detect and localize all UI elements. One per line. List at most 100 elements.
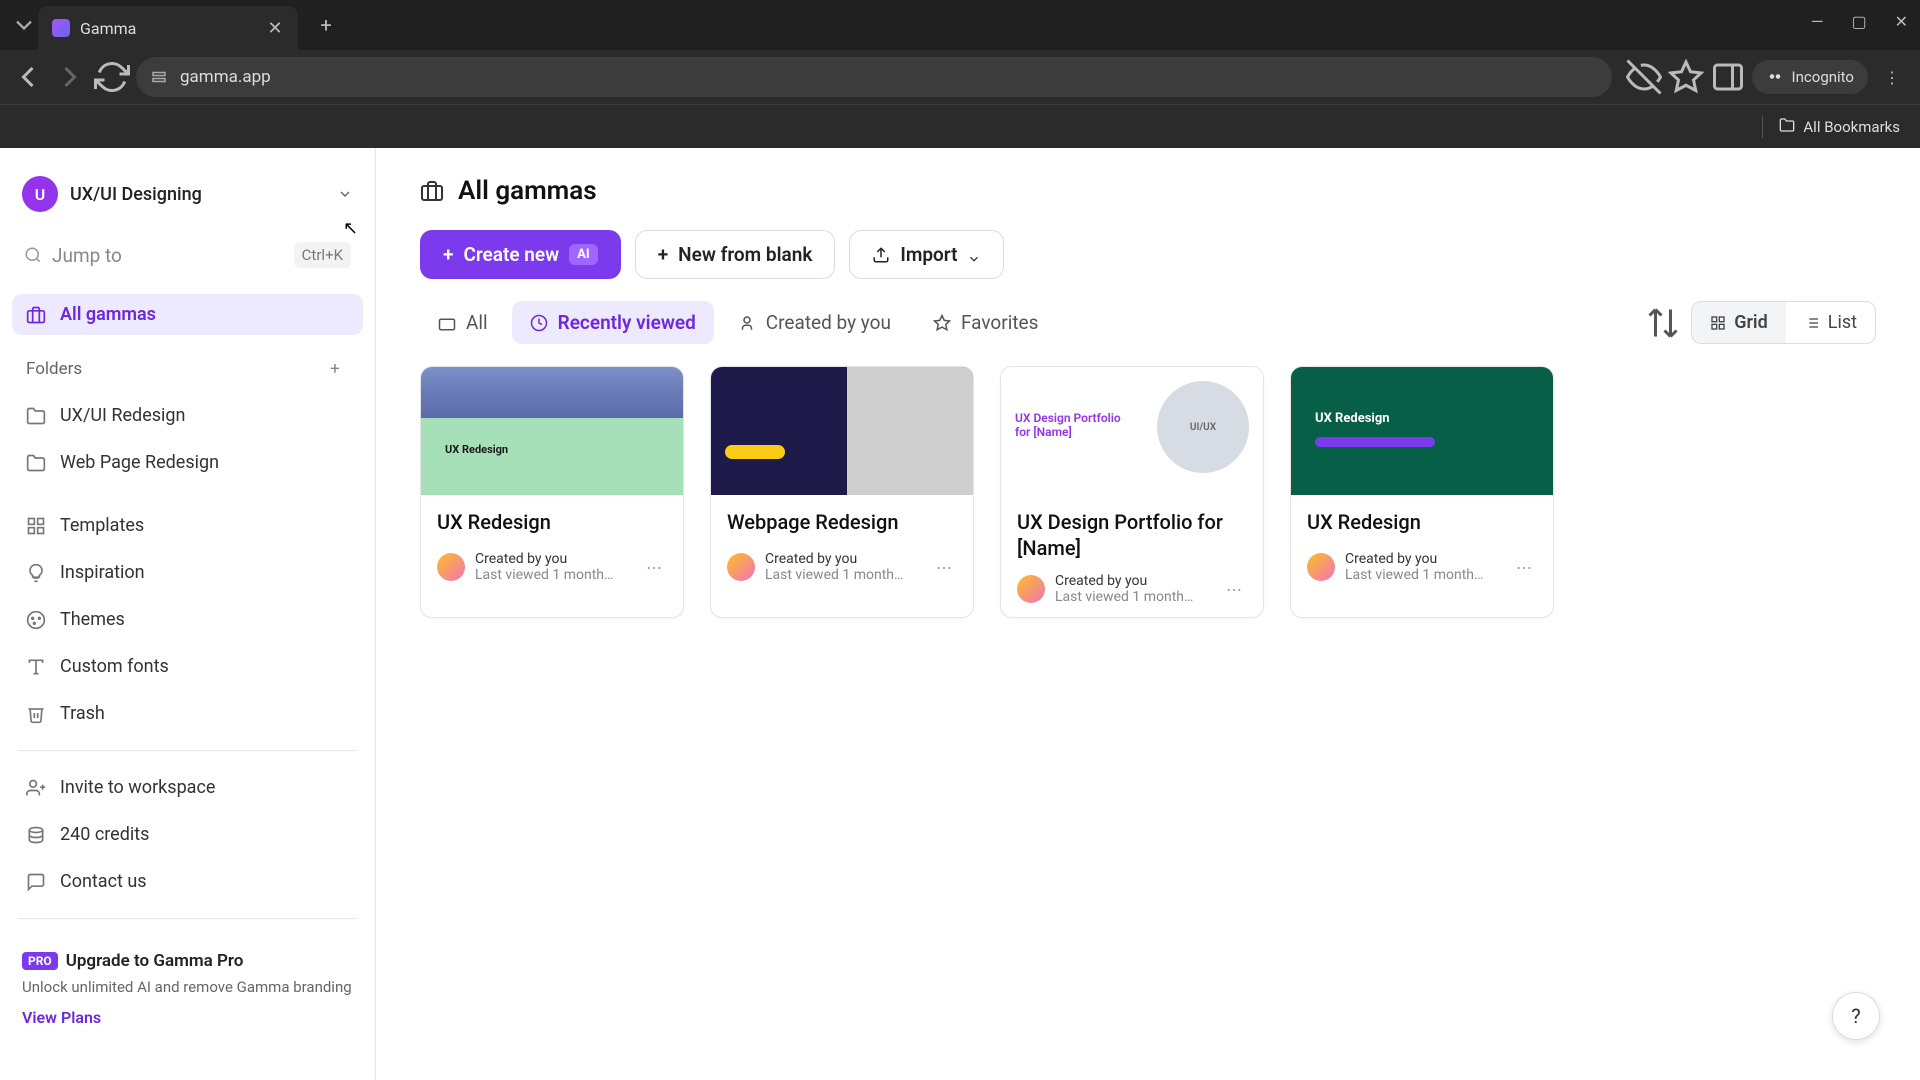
gamma-card[interactable]: UX Redesign UX Redesign Created by you L… (1290, 366, 1554, 618)
import-button[interactable]: Import (849, 230, 1004, 279)
tab-search-dropdown[interactable] (10, 11, 38, 39)
workspace-avatar: U (22, 176, 58, 212)
folders-label: Folders (26, 359, 82, 379)
sidebar-custom-fonts[interactable]: Custom fonts (12, 646, 363, 687)
upgrade-desc: Unlock unlimited AI and remove Gamma bra… (22, 977, 353, 998)
site-info-icon[interactable] (150, 68, 168, 86)
nav-label: Templates (60, 515, 144, 536)
import-icon (872, 246, 890, 264)
all-bookmarks[interactable]: All Bookmarks (1779, 117, 1900, 137)
close-window-icon[interactable]: ✕ (1895, 12, 1908, 31)
sidebar-invite[interactable]: Invite to workspace (12, 767, 363, 808)
folder-item-webpage[interactable]: Web Page Redesign (12, 442, 363, 483)
card-thumbnail: UX Design Portfolio for [Name]UI/UX (1001, 367, 1263, 495)
list-view-button[interactable]: List (1786, 302, 1875, 343)
tab-bar: Gamma ✕ + — ▢ ✕ (0, 0, 1920, 50)
card-more-icon[interactable]: ⋯ (1513, 555, 1537, 579)
filter-all[interactable]: All (420, 301, 506, 344)
incognito-badge[interactable]: Incognito (1752, 60, 1868, 94)
tab-title: Gamma (80, 19, 136, 38)
blank-label: New from blank (678, 243, 812, 266)
lightbulb-icon (26, 563, 46, 583)
gamma-card[interactable]: UX Redesign UX Redesign Created by you L… (420, 366, 684, 618)
window-controls: — ▢ ✕ (1811, 12, 1908, 31)
filter-recent[interactable]: Recently viewed (512, 301, 714, 344)
close-tab-icon[interactable]: ✕ (266, 19, 284, 37)
font-icon (26, 657, 46, 677)
list-icon (1804, 315, 1820, 331)
gamma-card[interactable]: Webpage Redesign Created by you Last vie… (710, 366, 974, 618)
address-bar: gamma.app Incognito ⋮ (0, 50, 1920, 104)
workspace-switcher[interactable]: U UX/UI Designing (12, 168, 363, 220)
forward-button[interactable] (52, 59, 88, 95)
url-text: gamma.app (180, 67, 271, 87)
coins-icon (26, 825, 46, 845)
maximize-icon[interactable]: ▢ (1851, 12, 1866, 31)
filter-favorites[interactable]: Favorites (915, 301, 1056, 344)
filter-label: Recently viewed (558, 311, 696, 334)
card-creator: Created by you (1055, 573, 1213, 589)
card-viewed: Last viewed 1 month… (765, 567, 923, 583)
gamma-card[interactable]: UX Design Portfolio for [Name]UI/UX UX D… (1000, 366, 1264, 618)
card-more-icon[interactable]: ⋯ (1223, 577, 1247, 601)
minimize-icon[interactable]: — (1811, 12, 1824, 31)
folder-item-uxui[interactable]: UX/UI Redesign (12, 395, 363, 436)
card-title: Webpage Redesign (727, 509, 957, 539)
tracking-icon[interactable] (1626, 59, 1662, 95)
filter-label: All (466, 311, 488, 334)
incognito-label: Incognito (1792, 68, 1854, 86)
nav-label: Trash (60, 703, 105, 724)
search-placeholder: Jump to (52, 244, 284, 267)
palette-icon (26, 610, 46, 630)
filter-label: Favorites (961, 311, 1038, 334)
view-toggle: Grid List (1691, 301, 1876, 344)
create-new-button[interactable]: + Create new AI (420, 230, 621, 279)
browser-tab[interactable]: Gamma ✕ (38, 6, 298, 50)
user-icon (738, 314, 756, 332)
ai-badge: AI (569, 244, 598, 265)
user-plus-icon (26, 778, 46, 798)
view-plans-link[interactable]: View Plans (22, 1008, 353, 1027)
panel-icon[interactable] (1710, 59, 1746, 95)
footer-label: Invite to workspace (60, 777, 215, 798)
browser-chrome: Gamma ✕ + — ▢ ✕ gamma.app Incognito ⋮ (0, 0, 1920, 148)
card-thumbnail: UX Redesign (421, 367, 683, 495)
briefcase-icon (438, 314, 456, 332)
folder-label: UX/UI Redesign (60, 405, 185, 426)
grid-view-button[interactable]: Grid (1692, 302, 1786, 343)
sidebar-themes[interactable]: Themes (12, 599, 363, 640)
card-thumbnail: UX Redesign (1291, 367, 1553, 495)
browser-menu-icon[interactable]: ⋮ (1874, 59, 1910, 95)
sidebar-trash[interactable]: Trash (12, 693, 363, 734)
create-label: Create new (463, 243, 559, 266)
page-header: All gammas (420, 176, 1876, 206)
search-shortcut: Ctrl+K (294, 242, 351, 268)
plus-icon: + (658, 243, 668, 266)
sidebar-contact[interactable]: Contact us (12, 861, 363, 902)
filter-row: All Recently viewed Created by you Favor… (420, 301, 1876, 344)
new-tab-button[interactable]: + (308, 7, 344, 43)
clock-icon (530, 314, 548, 332)
divider (18, 750, 357, 751)
card-more-icon[interactable]: ⋯ (933, 555, 957, 579)
new-blank-button[interactable]: + New from blank (635, 230, 836, 279)
app-root: U UX/UI Designing Jump to Ctrl+K All gam… (0, 148, 1920, 1080)
url-input[interactable]: gamma.app (136, 57, 1612, 97)
upgrade-title-row: PRO Upgrade to Gamma Pro (22, 951, 353, 971)
add-folder-button[interactable]: + (321, 355, 349, 383)
gamma-grid: UX Redesign UX Redesign Created by you L… (420, 366, 1876, 618)
import-label: Import (900, 243, 957, 266)
sidebar-inspiration[interactable]: Inspiration (12, 552, 363, 593)
bookmark-star-icon[interactable] (1668, 59, 1704, 95)
card-more-icon[interactable]: ⋯ (643, 555, 667, 579)
filter-created[interactable]: Created by you (720, 301, 909, 344)
pro-badge: PRO (22, 952, 58, 970)
jump-to-search[interactable]: Jump to Ctrl+K (12, 232, 363, 278)
reload-button[interactable] (94, 59, 130, 95)
sidebar-credits[interactable]: 240 credits (12, 814, 363, 855)
sidebar-all-gammas[interactable]: All gammas (12, 294, 363, 335)
back-button[interactable] (10, 59, 46, 95)
sort-button[interactable] (1645, 305, 1681, 341)
help-button[interactable]: ? (1832, 992, 1880, 1040)
sidebar-templates[interactable]: Templates (12, 505, 363, 546)
